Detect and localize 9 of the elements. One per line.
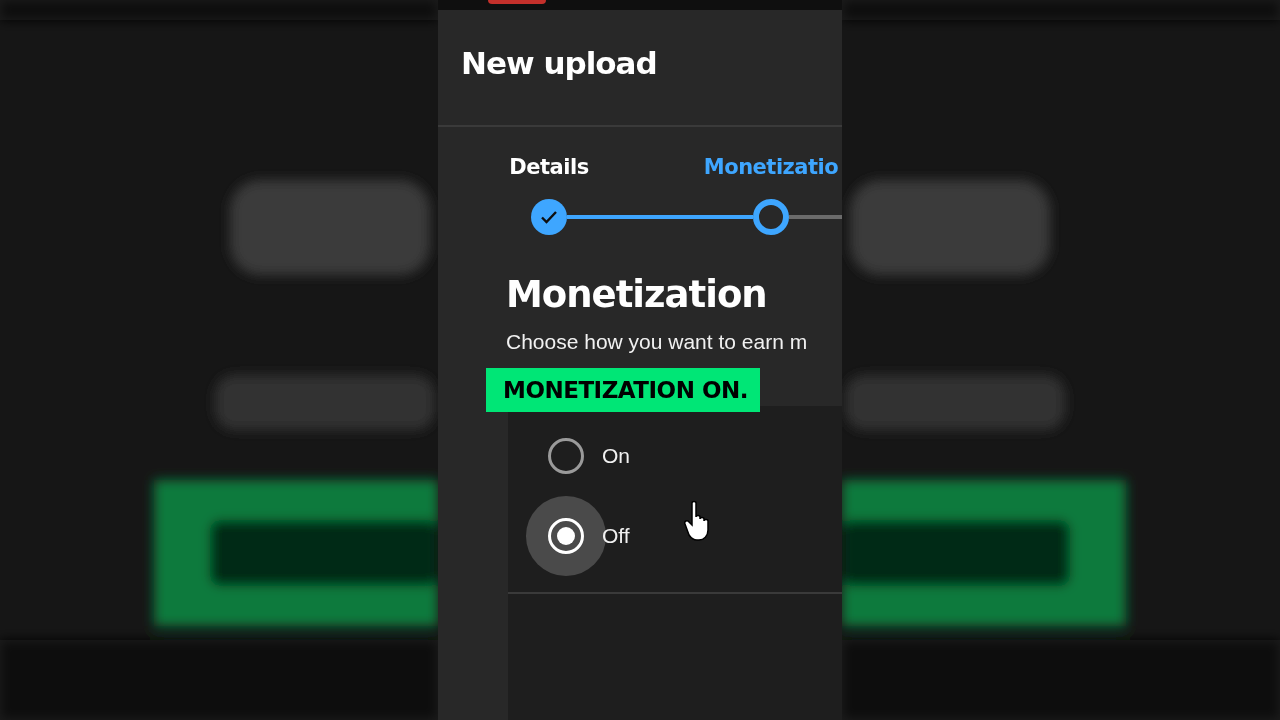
- step-label[interactable]: Monetizatio: [703, 155, 839, 187]
- section-description: Choose how you want to earn m: [506, 330, 809, 354]
- option-label: On: [602, 444, 630, 468]
- option-label: Off: [602, 524, 630, 548]
- video-caption: MONETIZATION ON.: [486, 368, 760, 412]
- radio-button[interactable]: [548, 438, 584, 474]
- section-title: Monetization: [506, 273, 768, 316]
- dialog-title: New upload: [461, 44, 657, 81]
- step-label[interactable]: Details: [509, 155, 589, 187]
